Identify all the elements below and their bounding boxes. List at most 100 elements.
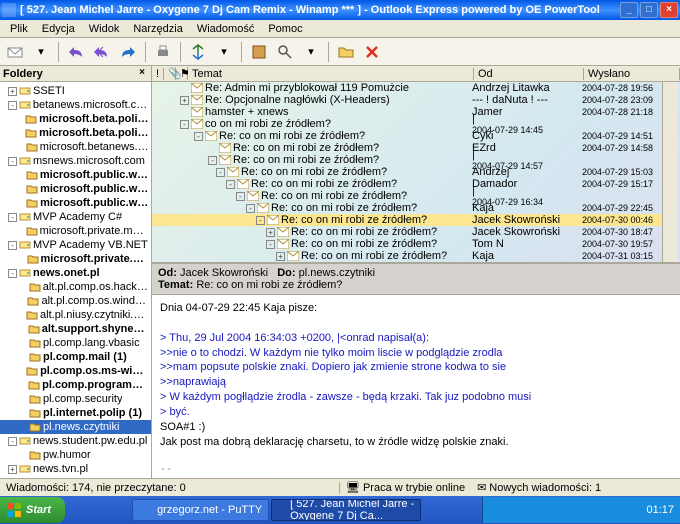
folder-item[interactable]: alt.pl.niusy.czytniki.outlook.exp: [0, 308, 151, 322]
tray-icon[interactable]: [574, 503, 588, 517]
menu-edycja[interactable]: Edycja: [36, 22, 81, 36]
col-attach[interactable]: 📎: [164, 67, 176, 80]
col-flag[interactable]: ⚑: [176, 67, 188, 80]
message-row[interactable]: -co on mi robi ze źródłem?|2004-07-29 14…: [152, 118, 662, 130]
reply-all-button[interactable]: [91, 41, 113, 63]
thread-toggle-icon[interactable]: +: [180, 96, 189, 105]
delete-button[interactable]: [361, 41, 383, 63]
message-row[interactable]: Re: co on mi robi ze źródłem?EZrd2004-07…: [152, 142, 662, 154]
thread-toggle-icon[interactable]: -: [208, 156, 217, 165]
status-new-messages[interactable]: ✉Nowych wiadomości: 1: [477, 481, 601, 494]
menu-widok[interactable]: Widok: [83, 22, 126, 36]
dropdown-arrow-3[interactable]: ▾: [300, 41, 322, 63]
tray-icon[interactable]: [557, 503, 571, 517]
folder-item[interactable]: microsoft.public.win98.intern: [0, 168, 151, 182]
folder-item[interactable]: microsoft.betanews.system.ann: [0, 140, 151, 154]
message-row[interactable]: hamster + xnewsJamer2004-07-28 21:18: [152, 106, 662, 118]
forward-button[interactable]: [117, 41, 139, 63]
folder-button[interactable]: [335, 41, 357, 63]
tray-icon[interactable]: [625, 503, 639, 517]
expand-icon[interactable]: +: [8, 465, 17, 474]
folder-item[interactable]: pl.comp.security: [0, 392, 151, 406]
minimize-button[interactable]: _: [620, 2, 638, 18]
col-date[interactable]: Wysłano: [584, 68, 680, 80]
folder-item[interactable]: +SSETI: [0, 84, 151, 98]
folder-item[interactable]: microsoft.beta.polish_windowsx: [0, 126, 151, 140]
expand-icon[interactable]: -: [8, 241, 17, 250]
col-priority[interactable]: !: [152, 68, 164, 80]
taskbar-task[interactable]: grzegorz.net - PuTTY: [132, 499, 269, 521]
thread-toggle-icon[interactable]: -: [226, 180, 235, 189]
folder-item[interactable]: microsoft.private.mvpacad: [0, 252, 151, 266]
expand-icon[interactable]: -: [8, 269, 17, 278]
message-row[interactable]: +Re: Opcjonalne nagłówki (X-Headers)--- …: [152, 94, 662, 106]
find-button[interactable]: [274, 41, 296, 63]
tray-icon[interactable]: [591, 503, 605, 517]
folder-item[interactable]: microsoft.public.windows.in: [0, 182, 151, 196]
print-button[interactable]: [152, 41, 174, 63]
expand-icon[interactable]: -: [8, 437, 17, 446]
taskbar-clock[interactable]: 01:17: [646, 504, 674, 516]
tray-icon[interactable]: [506, 503, 520, 517]
message-row[interactable]: -Re: co on mi robi ze źródłem?Cyki2004-0…: [152, 130, 662, 142]
folder-item[interactable]: pl.comp.os.ms-windows.win: [0, 364, 151, 378]
message-row[interactable]: -Re: co on mi robi ze źródłem?Kaja2004-0…: [152, 202, 662, 214]
folder-item[interactable]: pl.comp.mail (1): [0, 350, 151, 364]
folder-item[interactable]: alt.pl.comp.os.hacking: [0, 280, 151, 294]
folder-item[interactable]: microsoft.beta.polish_windowsx: [0, 112, 151, 126]
preview-body[interactable]: Dnia 04-07-29 22:45 Kaja pisze: > Thu, 2…: [152, 295, 680, 478]
folder-item[interactable]: -news.student.pw.edu.pl: [0, 434, 151, 448]
tray-icon[interactable]: [608, 503, 622, 517]
expand-icon[interactable]: +: [8, 87, 17, 96]
thread-toggle-icon[interactable]: -: [246, 204, 255, 213]
folders-close-button[interactable]: ×: [136, 68, 148, 80]
message-row[interactable]: -Re: co on mi robi ze źródłem?Damador200…: [152, 178, 662, 190]
addresses-button[interactable]: [248, 41, 270, 63]
menu-pomoc[interactable]: Pomoc: [262, 22, 308, 36]
thread-toggle-icon[interactable]: +: [276, 252, 285, 261]
new-mail-button[interactable]: [4, 41, 26, 63]
message-row[interactable]: -Re: co on mi robi ze źródłem?|2004-07-2…: [152, 154, 662, 166]
thread-toggle-icon[interactable]: -: [236, 192, 245, 201]
taskbar-task[interactable]: [ 527. Jean Michel Jarre - Oxygene 7 Dj …: [271, 499, 421, 521]
col-subject[interactable]: Temat: [188, 68, 474, 80]
folder-item[interactable]: -news.onet.pl: [0, 266, 151, 280]
message-row[interactable]: +Re: co on mi robi ze źródłem?Kaja2004-0…: [152, 250, 662, 262]
col-from[interactable]: Od: [474, 68, 584, 80]
ql-icon[interactable]: [89, 500, 107, 520]
folder-item[interactable]: -MVP Academy VB.NET: [0, 238, 151, 252]
folder-item[interactable]: -betanews.microsoft.com: [0, 98, 151, 112]
tray-icon[interactable]: [489, 503, 503, 517]
thread-toggle-icon[interactable]: -: [266, 240, 275, 249]
message-row[interactable]: -Re: co on mi robi ze źródłem?|2004-07-2…: [152, 190, 662, 202]
thread-toggle-icon[interactable]: -: [216, 168, 225, 177]
menu-plik[interactable]: Plik: [4, 22, 34, 36]
thread-toggle-icon[interactable]: +: [266, 228, 275, 237]
menu-narzedzia[interactable]: Narzędzia: [127, 22, 189, 36]
start-button[interactable]: Start: [0, 497, 65, 523]
message-list[interactable]: Re: Admin mi przyblokował 119 PomużcieAn…: [152, 82, 662, 262]
folder-item[interactable]: tvn.niedowiary: [0, 476, 151, 478]
maximize-button[interactable]: □: [640, 2, 658, 18]
reply-button[interactable]: [65, 41, 87, 63]
folder-item[interactable]: +news.tvn.pl: [0, 462, 151, 476]
folder-item[interactable]: pl.internet.polip (1): [0, 406, 151, 420]
thread-toggle-icon[interactable]: -: [180, 120, 189, 129]
expand-icon[interactable]: -: [8, 157, 17, 166]
folder-item[interactable]: alt.support.shyness (3): [0, 322, 151, 336]
message-list-scrollbar[interactable]: [662, 82, 678, 262]
message-row[interactable]: -Re: co on mi robi ze źródłem?Andrzej200…: [152, 166, 662, 178]
folder-item[interactable]: pl.comp.lang.vbasic: [0, 336, 151, 350]
folder-item[interactable]: pw.humor: [0, 448, 151, 462]
thread-toggle-icon[interactable]: -: [194, 132, 203, 141]
folder-item[interactable]: microsoft.public.windowsxp: [0, 196, 151, 210]
close-button[interactable]: ×: [660, 2, 678, 18]
folder-item[interactable]: pl.news.czytniki: [0, 420, 151, 434]
dropdown-arrow-2[interactable]: ▾: [213, 41, 235, 63]
message-row[interactable]: -Re: co on mi robi ze źródłem?Jacek Skow…: [152, 214, 662, 226]
ql-icon[interactable]: [69, 500, 87, 520]
menu-wiadomosc[interactable]: Wiadomość: [191, 22, 260, 36]
tray-icon[interactable]: [523, 503, 537, 517]
message-row[interactable]: -Re: co on mi robi ze źródłem?Tom N2004-…: [152, 238, 662, 250]
folder-item[interactable]: microsoft.private.mvpacad_whid: [0, 224, 151, 238]
